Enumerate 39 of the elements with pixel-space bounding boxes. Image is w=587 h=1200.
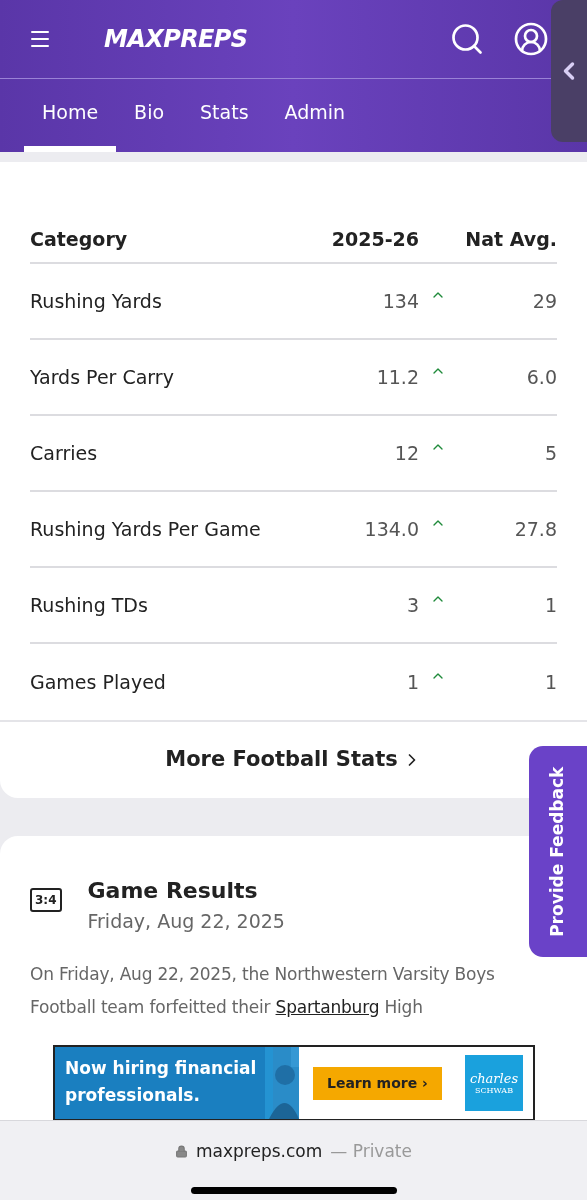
table-cell-text: 12 — [393, 440, 419, 466]
brand-logo: charles SCHWAB — [465, 1055, 523, 1111]
column-header: 2025-26 — [330, 226, 419, 252]
table-cell-text: 27.8 — [513, 516, 557, 542]
nav-tab[interactable]: Admin — [266, 79, 364, 152]
table-cell-text: 5 — [543, 440, 557, 466]
table-cell-text: Games Played — [30, 669, 167, 695]
nav-tab[interactable]: Stats — [182, 79, 267, 152]
table-cell-text: Yards Per Carry — [30, 364, 175, 390]
table-cell-text: Carries — [30, 440, 99, 466]
score-icon: 3:4 — [30, 888, 62, 912]
url-domain[interactable]: maxpreps.com — [196, 1139, 323, 1165]
feedback-tab[interactable]: Provide Feedback — [529, 746, 587, 957]
table-cell-text: 11.2 — [375, 364, 419, 390]
game-summary: On Friday, Aug 22, 2025, the Northwestern Varsity Boys Football team forfeitted their Spartanburg High — [30, 962, 496, 1019]
table-cell-text: Rushing Yards — [30, 288, 163, 314]
table-cell-text: 1 — [543, 669, 557, 695]
table-cell-text: 29 — [531, 288, 557, 314]
column-header: Category — [30, 226, 129, 252]
table-cell-text: Rushing TDs — [30, 592, 149, 618]
school-link[interactable]: Spartanburg — [275, 996, 380, 1017]
nav-tab[interactable]: Home — [24, 79, 117, 152]
table-cell-text: 6.0 — [525, 364, 557, 390]
table-cell-text: 134 — [381, 288, 419, 314]
table-cell-text: 1 — [543, 592, 557, 618]
nav-tab[interactable]: Bio — [116, 79, 183, 152]
more-stats-link[interactable]: More Football Stats — [165, 744, 422, 776]
private-label: — Private — [330, 1140, 412, 1163]
table-cell-text: 1 — [405, 669, 419, 695]
section-title: Game Results — [87, 877, 259, 905]
column-header: Nat Avg. — [464, 226, 557, 252]
ad-banner[interactable]: Now hiring financial professionals. Learn more › charles SCHWAB — [53, 1045, 535, 1121]
table-cell-text: Rushing Yards Per Game — [30, 516, 262, 542]
logo[interactable]: MAXPREPS — [104, 21, 248, 57]
game-date: Friday, Aug 22, 2025 — [87, 909, 285, 934]
learn-more-button[interactable]: Learn more › — [313, 1066, 442, 1100]
ad-headline: Now hiring financial professionals. — [65, 1057, 258, 1107]
table-cell-text: 134.0 — [363, 516, 419, 542]
table-cell-text: 3 — [405, 592, 419, 618]
